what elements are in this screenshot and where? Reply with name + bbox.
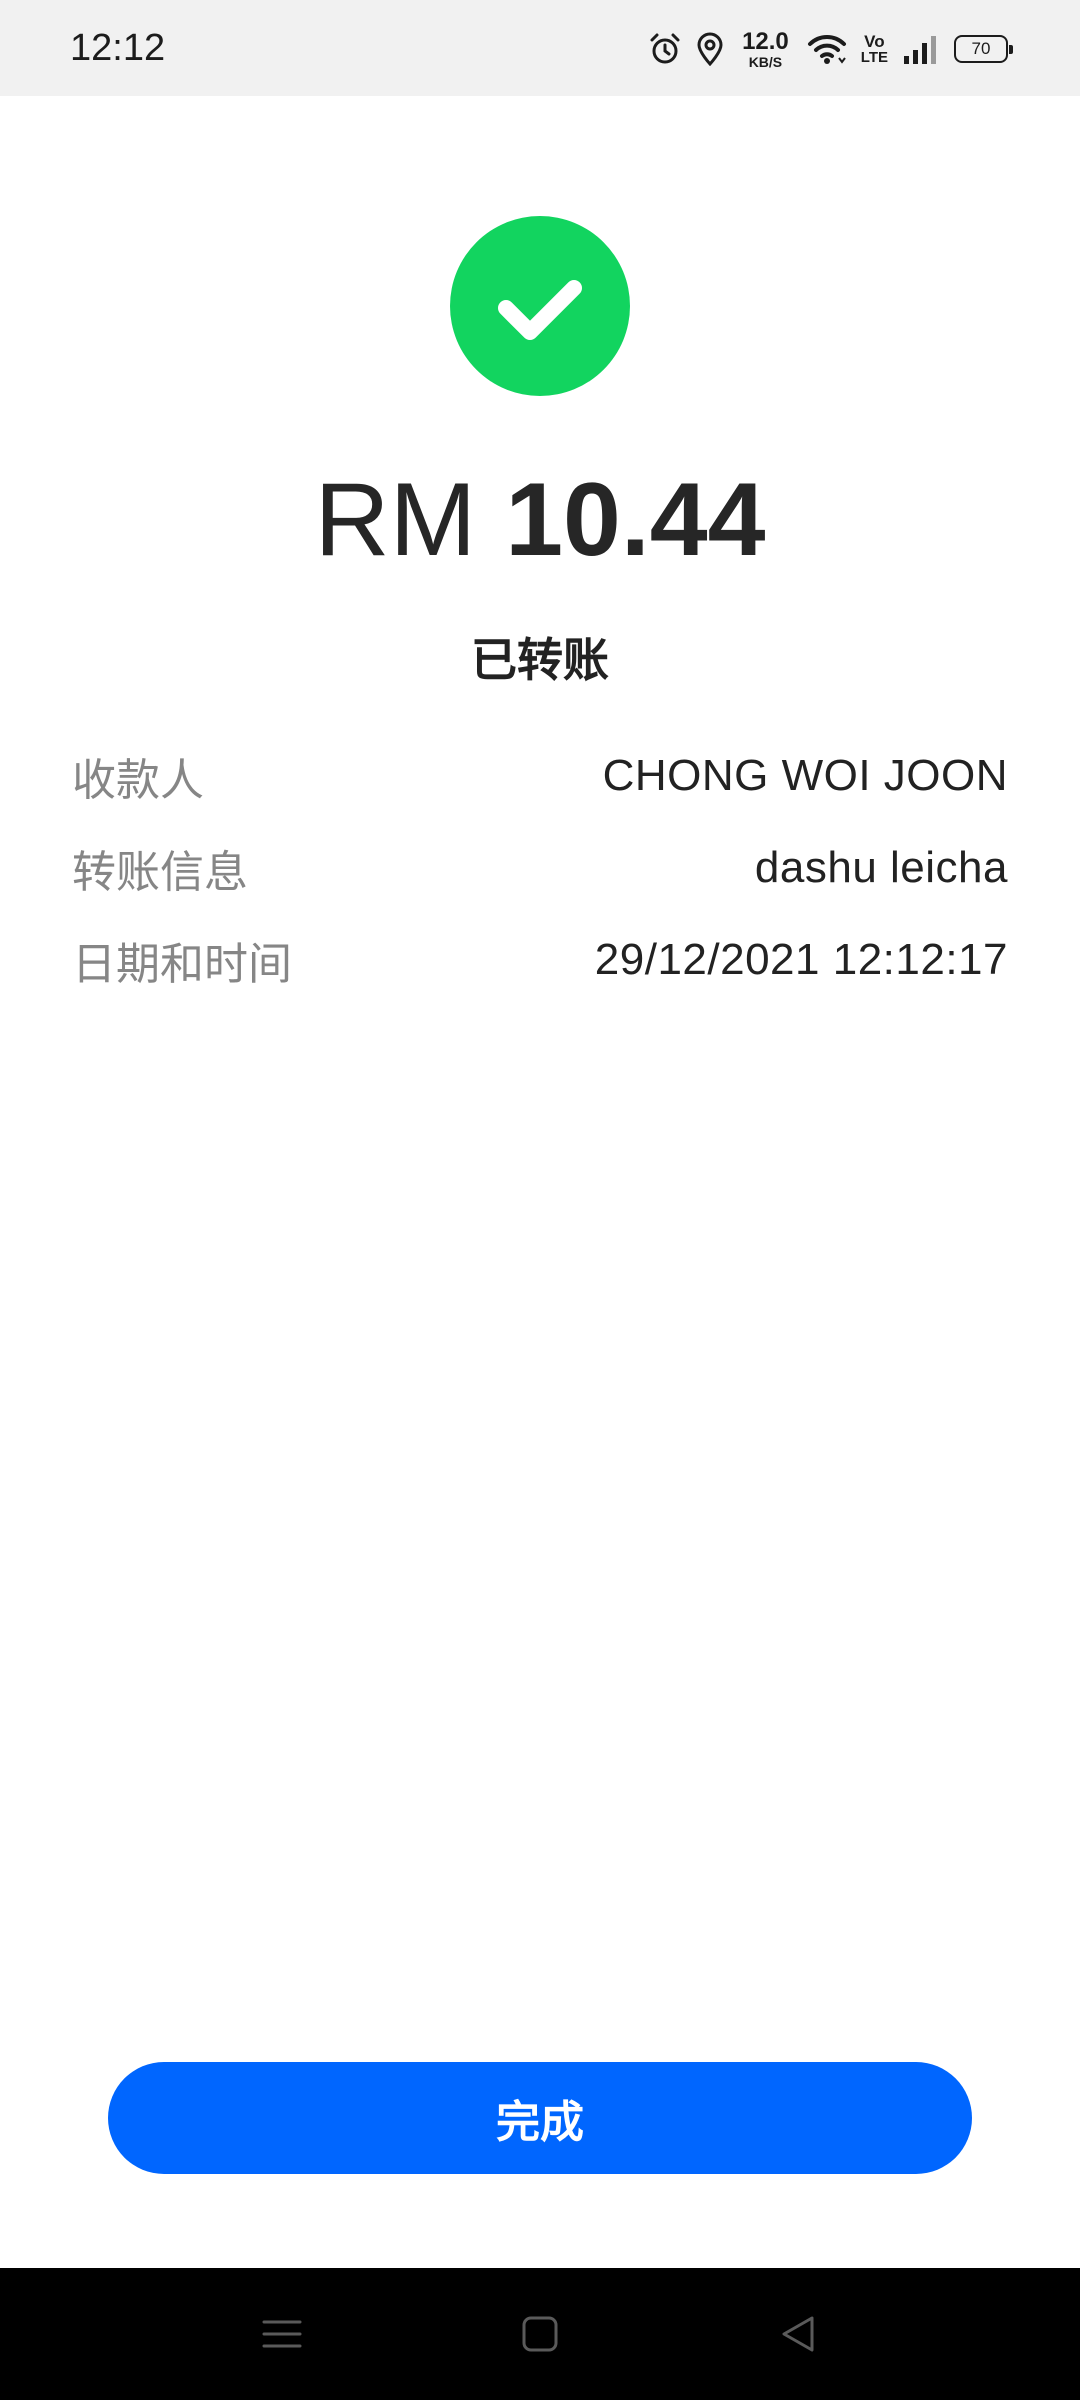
amount-value: 10.44 (505, 462, 766, 578)
detail-row-datetime: 日期和时间 29/12/2021 12:12:17 (72, 914, 1008, 1006)
status-time: 12:12 (70, 27, 166, 69)
datetime-label: 日期和时间 (72, 939, 292, 990)
nav-back-button[interactable] (768, 2304, 828, 2364)
transfer-amount: RM 10.44 (0, 460, 1080, 580)
volte-bottom: LTE (860, 49, 888, 66)
signal-icon (904, 36, 936, 64)
nav-home-button[interactable] (510, 2304, 570, 2364)
volte-top: Vo (864, 32, 885, 51)
battery-level: 70 (971, 39, 991, 58)
menu-icon (262, 2320, 302, 2348)
recipient-label: 收款人 (72, 755, 204, 806)
detail-row-message: 转账信息 dashu leicha (72, 822, 1008, 914)
status-bar: 12:12 12.0 KB/S Vo LTE 70 (0, 0, 1080, 96)
back-icon (782, 2316, 814, 2352)
status-icons: 12.0 KB/S Vo LTE 70 (648, 22, 1014, 76)
wifi-icon (807, 34, 846, 64)
recipient-value: CHONG WOI JOON (602, 751, 1008, 800)
transfer-success-screen: 12:12 12.0 KB/S Vo LTE 70 RM 10.44 已转账 收… (0, 0, 1080, 2400)
detail-row-recipient: 收款人 CHONG WOI JOON (72, 730, 1008, 822)
battery-icon: 70 (954, 35, 1013, 63)
transfer-status: 已转账 (471, 633, 609, 687)
success-check-icon (450, 216, 630, 396)
location-icon (697, 32, 723, 66)
message-value: dashu leicha (754, 843, 1008, 892)
done-button[interactable]: 完成 (108, 2062, 972, 2174)
volte-indicator: Vo LTE (861, 33, 888, 65)
amount-currency: RM (314, 462, 477, 578)
alarm-icon (650, 33, 680, 64)
navigation-bar (0, 2268, 1080, 2400)
checkmark-icon (498, 280, 582, 340)
nav-menu-button[interactable] (252, 2304, 312, 2364)
network-speed-unit: KB/S (748, 53, 783, 70)
network-speed: 12.0 KB/S (742, 27, 789, 70)
network-speed-value: 12.0 (742, 27, 789, 55)
transfer-details: 收款人 CHONG WOI JOON 转账信息 dashu leicha 日期和… (72, 730, 1008, 1006)
home-icon (522, 2316, 558, 2352)
datetime-value: 29/12/2021 12:12:17 (594, 935, 1008, 984)
message-label: 转账信息 (72, 847, 248, 898)
